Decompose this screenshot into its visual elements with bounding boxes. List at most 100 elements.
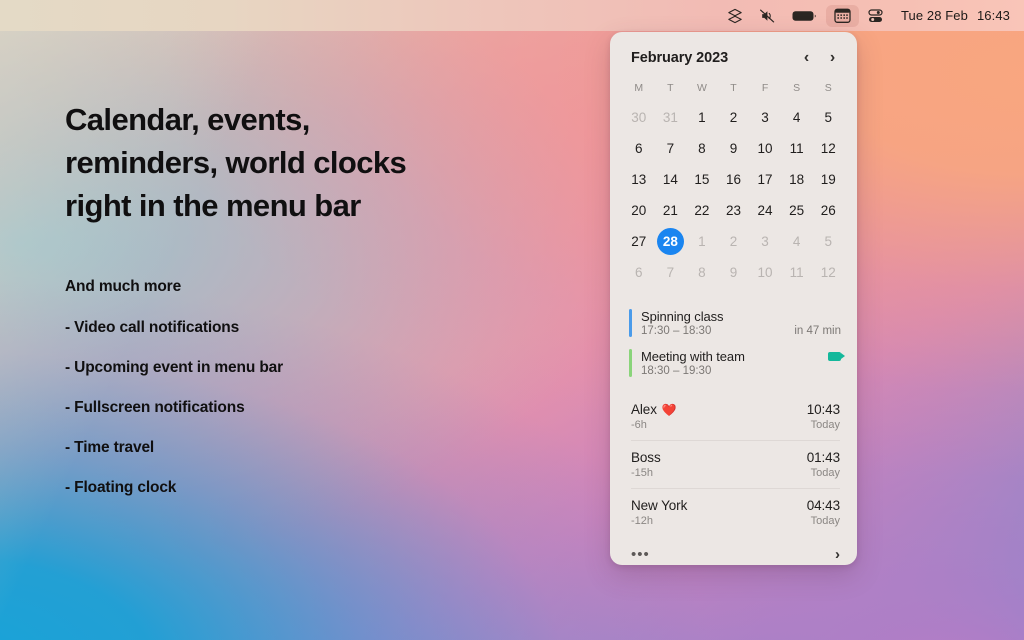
world-clock-item[interactable]: New York -12h 04:43 Today bbox=[610, 489, 857, 536]
calendar-day[interactable]: 3 bbox=[749, 226, 781, 257]
clock-name: Alex ❤️ bbox=[631, 402, 677, 417]
video-call-icon[interactable] bbox=[828, 352, 845, 361]
calendar-day[interactable]: 1 bbox=[686, 226, 718, 257]
calendar-day[interactable]: 2 bbox=[718, 102, 750, 133]
menu-bar-time: 16:43 bbox=[976, 8, 1010, 23]
calendar-day[interactable]: 19 bbox=[812, 164, 844, 195]
calendar-day[interactable]: 12 bbox=[812, 257, 844, 288]
day-header: S bbox=[824, 82, 832, 94]
event-color-bar bbox=[629, 309, 632, 337]
calendar-day[interactable]: 26 bbox=[812, 195, 844, 226]
calendar-day-label: 13 bbox=[631, 172, 647, 187]
calendar-day-label: 17 bbox=[757, 172, 773, 187]
calendar-day-label: 5 bbox=[824, 110, 832, 125]
calendar-day[interactable]: 10 bbox=[749, 257, 781, 288]
calendar-day-headers: M T W T F S S bbox=[623, 77, 844, 102]
feature-item-video-call: - Video call notifications bbox=[65, 319, 240, 336]
calendar-day-label: 5 bbox=[824, 234, 832, 249]
calendar-day[interactable]: 11 bbox=[781, 133, 813, 164]
calendar-day[interactable]: 31 bbox=[655, 102, 687, 133]
calendar-day[interactable]: 17 bbox=[749, 164, 781, 195]
calendar-day[interactable]: 15 bbox=[686, 164, 718, 195]
footer-chevron-right-icon[interactable]: › bbox=[835, 547, 840, 562]
calendar-day[interactable]: 9 bbox=[718, 257, 750, 288]
previous-month-button[interactable]: ‹ bbox=[798, 48, 815, 68]
calendar-day[interactable]: 6 bbox=[623, 133, 655, 164]
clock-offset: -15h bbox=[631, 467, 654, 479]
calendar-day[interactable]: 6 bbox=[623, 257, 655, 288]
calendar-day[interactable]: 8 bbox=[686, 257, 718, 288]
calendar-popup-panel: February 2023 ‹ › M T W T F S S 30 31 1 2 3 4… bbox=[610, 32, 857, 565]
calendar-day[interactable]: 10 bbox=[749, 133, 781, 164]
event-title: Spinning class bbox=[641, 309, 724, 324]
calendar-day[interactable]: 14 bbox=[655, 164, 687, 195]
next-month-button[interactable]: › bbox=[824, 48, 841, 68]
calendar-day[interactable]: 3 bbox=[749, 102, 781, 133]
calendar-day[interactable]: 4 bbox=[781, 102, 813, 133]
calendar-day[interactable]: 22 bbox=[686, 195, 718, 226]
calendar-day[interactable]: 30 bbox=[623, 102, 655, 133]
calendar-day[interactable]: 13 bbox=[623, 164, 655, 195]
heart-icon: ❤️ bbox=[661, 402, 677, 417]
clock-name-label: New York bbox=[631, 498, 688, 513]
calendar-day-label: 3 bbox=[761, 234, 769, 249]
event-countdown: in 47 min bbox=[794, 325, 841, 337]
calendar-day-label: 14 bbox=[662, 172, 678, 187]
calendar-day[interactable]: 20 bbox=[623, 195, 655, 226]
feature-item-upcoming-event: - Upcoming event in menu bar bbox=[65, 359, 283, 376]
calendar-day[interactable]: 18 bbox=[781, 164, 813, 195]
calendar-day-label: 31 bbox=[662, 110, 678, 125]
world-clock-item[interactable]: Alex ❤️ -6h 10:43 Today bbox=[610, 393, 857, 440]
calendar-day[interactable]: 9 bbox=[718, 133, 750, 164]
calendar-header: February 2023 ‹ › bbox=[610, 32, 857, 74]
calendar-day-label: 9 bbox=[729, 265, 738, 280]
calendar-day-label: 7 bbox=[666, 265, 675, 280]
world-clock-item[interactable]: Boss -15h 01:43 Today bbox=[610, 441, 857, 488]
battery-icon[interactable] bbox=[784, 5, 826, 27]
calendar-day[interactable]: 24 bbox=[749, 195, 781, 226]
calendar-day-label: 16 bbox=[725, 172, 741, 187]
calendar-day[interactable]: 8 bbox=[686, 133, 718, 164]
clock-time: 04:43 bbox=[806, 498, 840, 513]
calendar-day-label: 8 bbox=[698, 265, 706, 280]
event-time-range: 18:30 – 19:30 bbox=[641, 365, 712, 377]
calendar-day[interactable]: 21 bbox=[655, 195, 687, 226]
clock-left: Alex ❤️ -6h bbox=[631, 402, 677, 431]
event-item[interactable]: Meeting with team 18:30 – 19:30 bbox=[610, 344, 857, 384]
calendar-day-label: 19 bbox=[820, 172, 836, 187]
feature-list: And much more - Video call notifications… bbox=[65, 278, 283, 519]
calendar-day-label: 12 bbox=[820, 265, 836, 280]
event-title: Meeting with team bbox=[641, 349, 745, 364]
calendar-day[interactable]: 4 bbox=[781, 226, 813, 257]
dropbox-icon[interactable] bbox=[719, 5, 751, 27]
feature-list-heading: And much more bbox=[65, 278, 182, 295]
event-item[interactable]: Spinning class 17:30 – 18:30 in 47 min bbox=[610, 304, 857, 344]
clock-day: Today bbox=[810, 515, 840, 527]
event-title-row: Meeting with team bbox=[641, 349, 845, 364]
calendar-day[interactable]: 16 bbox=[718, 164, 750, 195]
day-header: W bbox=[696, 82, 707, 94]
control-center-icon[interactable] bbox=[859, 5, 892, 27]
events-list: Spinning class 17:30 – 18:30 in 47 min Meet… bbox=[610, 296, 857, 388]
calendar-day[interactable]: 7 bbox=[655, 133, 687, 164]
calendar-day[interactable]: 23 bbox=[718, 195, 750, 226]
calendar-day[interactable]: 11 bbox=[781, 257, 813, 288]
menu-bar-clock[interactable]: Tue 28 Feb 16:43 bbox=[892, 8, 1012, 23]
volume-muted-icon[interactable] bbox=[751, 5, 784, 27]
calendar-day[interactable]: 2 bbox=[718, 226, 750, 257]
calendar-day-today[interactable]: 28 bbox=[655, 226, 687, 257]
calendar-icon[interactable] bbox=[825, 4, 859, 27]
calendar-day[interactable]: 27 bbox=[623, 226, 655, 257]
calendar-day[interactable]: 7 bbox=[655, 257, 687, 288]
feature-item-fullscreen-notifications: - Fullscreen notifications bbox=[65, 399, 245, 416]
calendar-day-label: 9 bbox=[729, 141, 738, 156]
clock-time: 01:43 bbox=[806, 450, 840, 465]
more-options-button[interactable]: ••• bbox=[631, 547, 650, 562]
calendar-day[interactable]: 1 bbox=[686, 102, 718, 133]
calendar-day[interactable]: 5 bbox=[812, 226, 844, 257]
calendar-day-label: 6 bbox=[635, 141, 643, 156]
calendar-day[interactable]: 12 bbox=[812, 133, 844, 164]
clock-left: New York -12h bbox=[631, 498, 687, 527]
calendar-day[interactable]: 5 bbox=[812, 102, 844, 133]
calendar-day[interactable]: 25 bbox=[781, 195, 813, 226]
